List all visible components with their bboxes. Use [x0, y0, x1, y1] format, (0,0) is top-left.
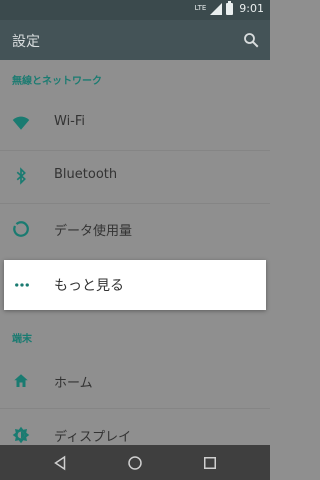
section-header-wireless: 無線とネットワーク [12, 76, 102, 87]
settings-item-label: Bluetooth [54, 167, 118, 182]
battery-icon [226, 0, 234, 15]
signal-icon [210, 2, 223, 15]
bluetooth-icon [16, 167, 26, 185]
settings-item-wifi[interactable]: Wi-Fi [0, 98, 270, 150]
data-usage-icon [13, 221, 29, 237]
settings-item-label: もっと見る [54, 278, 124, 294]
section-header-device: 端末 [12, 334, 32, 345]
settings-item-label: データ使用量 [54, 224, 133, 239]
status-indicators: LTE 9:01 [194, 0, 264, 15]
settings-item-bluetooth[interactable]: Bluetooth [0, 151, 270, 203]
network-type: LTE [194, 4, 207, 12]
page-title: 設定 [12, 34, 40, 50]
settings-item-home[interactable]: ホーム [0, 356, 270, 408]
search-icon[interactable] [242, 31, 260, 49]
status-time: 9:01 [239, 2, 264, 15]
app-bar: 設定 [0, 20, 270, 60]
home-icon [14, 374, 28, 387]
navigation-bar [0, 445, 270, 480]
settings-item-label: Wi-Fi [54, 114, 86, 129]
more-dots-icon [15, 283, 29, 287]
divider [0, 408, 270, 409]
display-brightness-icon [12, 426, 30, 444]
settings-item-data-usage[interactable]: データ使用量 [0, 204, 270, 256]
settings-item-label: ホーム [54, 376, 93, 391]
recents-icon[interactable] [201, 454, 219, 472]
back-icon[interactable] [51, 454, 69, 472]
settings-item-label: ディスプレイ [54, 430, 132, 445]
home-circle-icon[interactable] [126, 454, 144, 472]
settings-list: 無線とネットワーク Wi-Fi Bluetooth データ使用量 端末 ホーム [0, 60, 270, 445]
status-bar: LTE 9:01 [0, 0, 270, 20]
settings-item-more[interactable]: もっと見る [4, 260, 266, 310]
wifi-icon [12, 116, 30, 130]
